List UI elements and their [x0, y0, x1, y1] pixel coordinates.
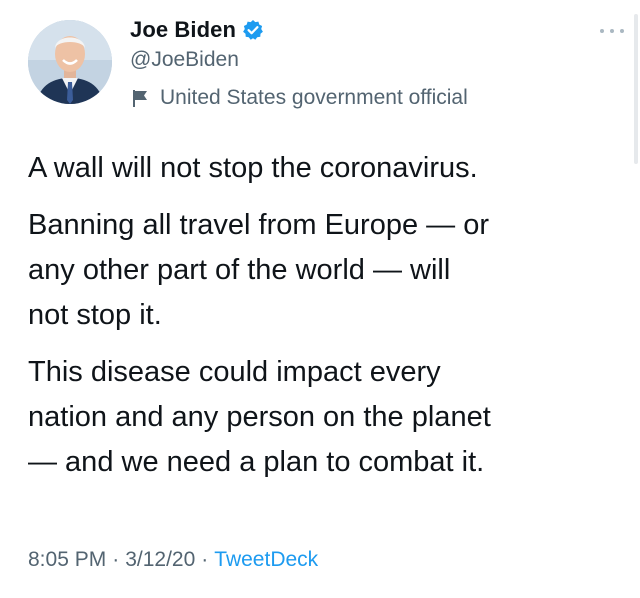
tweet-time[interactable]: 8:05 PM — [28, 548, 106, 572]
tweet-date[interactable]: 3/12/20 — [125, 548, 195, 572]
handle[interactable]: @JoeBiden — [130, 48, 239, 72]
tweet-paragraph: This disease could impact every nation a… — [28, 356, 491, 478]
tweet-paragraph: Banning all travel from Europe — or any … — [28, 209, 489, 331]
name-row: Joe Biden — [130, 14, 264, 46]
government-label[interactable]: United States government official — [132, 84, 468, 112]
display-name[interactable]: Joe Biden — [130, 17, 236, 43]
tweet-text: A wall will not stop the coronavirus. Ba… — [28, 146, 618, 497]
separator: · — [201, 548, 209, 571]
scrollbar[interactable] — [634, 14, 638, 164]
verified-badge-icon — [242, 19, 264, 41]
avatar-image — [28, 20, 112, 104]
flag-icon — [132, 88, 150, 108]
label-text: United States government official — [160, 86, 468, 109]
more-options-icon[interactable] — [600, 26, 624, 36]
avatar[interactable] — [28, 20, 112, 104]
tweet-metadata: 8:05 PM · 3/12/20 · TweetDeck — [28, 548, 318, 572]
separator: · — [112, 548, 120, 571]
tweet-paragraph: A wall will not stop the coronavirus. — [28, 152, 478, 184]
tweet-card: Joe Biden @JoeBiden United States govern… — [0, 0, 640, 598]
tweet-source-link[interactable]: TweetDeck — [214, 548, 318, 572]
